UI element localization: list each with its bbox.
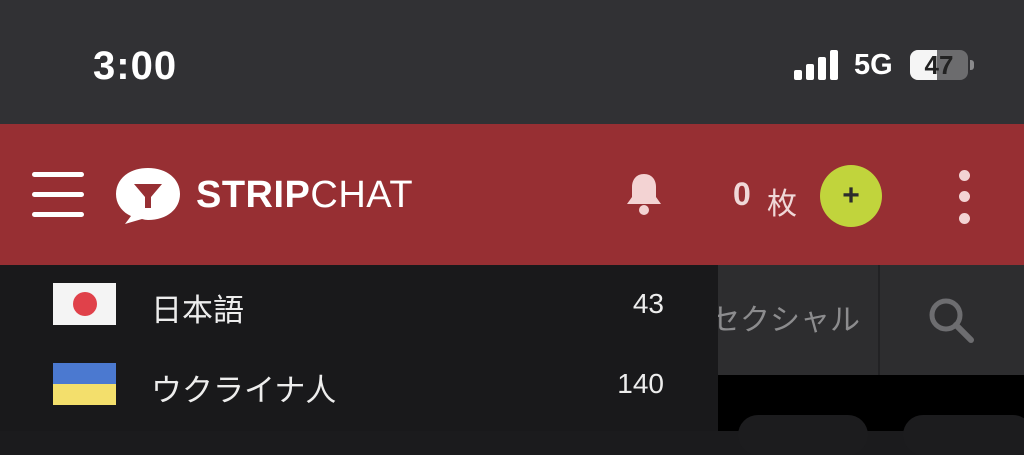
category-tag-strip[interactable]: セクシャル (718, 265, 878, 375)
ukraine-flag-icon (53, 363, 116, 405)
more-options-icon[interactable] (955, 170, 973, 224)
language-list: 日本語 43 ウクライナ人 140 (0, 265, 718, 431)
cellular-signal-icon (794, 50, 838, 80)
stripchat-logo-icon (116, 168, 180, 224)
hamburger-menu-icon[interactable] (32, 172, 84, 218)
language-count: 43 (632, 288, 664, 319)
japan-flag-icon (53, 283, 116, 325)
battery-nub (970, 60, 974, 70)
status-bar: 3:00 5G 47 (0, 0, 1024, 124)
battery-level: 47 (924, 50, 954, 80)
language-count: 140 (617, 368, 664, 399)
filter-pill[interactable] (738, 415, 868, 455)
tokens-count: 0 (733, 176, 751, 212)
language-label: ウクライナ人 (151, 373, 337, 409)
content-area (718, 375, 1024, 455)
notification-bell-icon[interactable] (624, 170, 664, 216)
app-header: STRIPCHAT 0 枚 + (0, 124, 1024, 265)
language-label: 日本語 (151, 293, 244, 329)
plus-icon: + (842, 179, 860, 212)
filter-pill[interactable] (903, 415, 1024, 455)
logo-text-strong: STRIP (196, 174, 311, 216)
add-tokens-button[interactable]: + (820, 165, 882, 227)
language-item-ukrainian[interactable]: ウクライナ人 140 (0, 345, 718, 425)
network-type: 5G (854, 49, 893, 81)
tokens-unit: 枚 (767, 187, 797, 222)
battery-icon: 47 (910, 50, 968, 80)
logo-text-light: CHAT (310, 174, 414, 216)
brand-logo-text[interactable]: STRIPCHAT (196, 174, 413, 217)
status-time: 3:00 (93, 44, 178, 88)
language-item-japanese[interactable]: 日本語 43 (0, 265, 718, 345)
search-button[interactable] (878, 265, 1024, 375)
search-icon (929, 298, 974, 343)
category-tag-text: セクシャル (718, 303, 860, 338)
